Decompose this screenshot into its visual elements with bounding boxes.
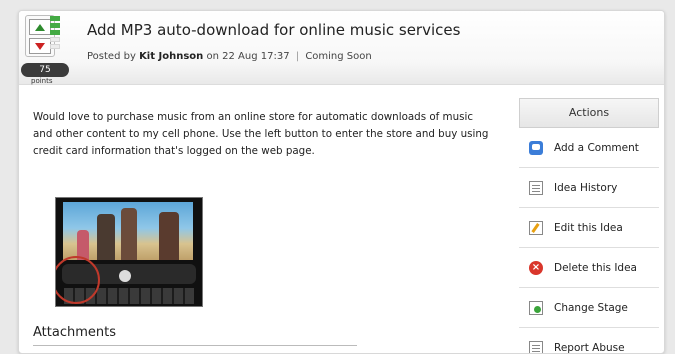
attachments-divider xyxy=(33,345,357,346)
comment-icon xyxy=(529,141,543,155)
history-icon xyxy=(529,181,543,195)
vote-up-button[interactable] xyxy=(29,19,51,35)
idea-history-button[interactable]: Idea History xyxy=(519,168,659,208)
action-label: Change Stage xyxy=(554,302,628,314)
image-figure xyxy=(97,214,115,260)
action-label: Edit this Idea xyxy=(554,222,623,234)
actions-header: Actions xyxy=(519,98,659,128)
image-screen xyxy=(63,202,193,260)
report-abuse-button[interactable]: Report Abuse xyxy=(519,328,659,354)
points-label: points xyxy=(31,77,53,85)
vote-meter xyxy=(50,16,60,51)
delete-icon: × xyxy=(529,261,543,275)
action-label: Add a Comment xyxy=(554,142,639,154)
idea-description: Would love to purchase music from an onl… xyxy=(33,109,493,160)
points-badge: 75 xyxy=(21,63,69,77)
add-comment-button[interactable]: Add a Comment xyxy=(519,128,659,168)
vote-down-icon xyxy=(35,43,45,50)
author-link[interactable]: Kit Johnson xyxy=(139,51,203,62)
change-stage-button[interactable]: Change Stage xyxy=(519,288,659,328)
vote-meter-bar xyxy=(50,37,60,42)
image-trackball xyxy=(119,270,131,282)
idea-title: Add MP3 auto-download for online music s… xyxy=(87,21,460,39)
edit-idea-button[interactable]: Edit this Idea xyxy=(519,208,659,248)
byline-prefix: Posted by xyxy=(87,51,136,62)
actions-sidebar: Actions Add a Comment Idea History Edit … xyxy=(519,98,659,354)
post-date: 22 Aug 17:37 xyxy=(222,51,289,62)
action-label: Idea History xyxy=(554,182,617,194)
byline-separator: | xyxy=(293,51,302,62)
change-stage-icon xyxy=(529,301,543,315)
idea-header: 75 points Add MP3 auto-download for onli… xyxy=(19,11,664,85)
edit-icon xyxy=(529,221,543,235)
delete-idea-button[interactable]: × Delete this Idea xyxy=(519,248,659,288)
action-label: Delete this Idea xyxy=(554,262,637,274)
vote-meter-bar xyxy=(50,16,60,21)
idea-byline: Posted by Kit Johnson on 22 Aug 17:37 | … xyxy=(87,51,372,62)
idea-image[interactable] xyxy=(55,197,203,307)
image-figure xyxy=(159,212,179,260)
vote-meter-bar xyxy=(50,44,60,49)
vote-meter-bar xyxy=(50,23,60,28)
vote-meter-bar xyxy=(50,30,60,35)
attachments-title: Attachments xyxy=(33,325,116,340)
vote-up-icon xyxy=(35,24,45,31)
image-figure xyxy=(121,208,137,260)
vote-down-button[interactable] xyxy=(29,38,51,54)
idea-stage: Coming Soon xyxy=(305,51,371,62)
idea-panel: 75 points Add MP3 auto-download for onli… xyxy=(18,10,665,354)
byline-on: on xyxy=(206,51,218,62)
